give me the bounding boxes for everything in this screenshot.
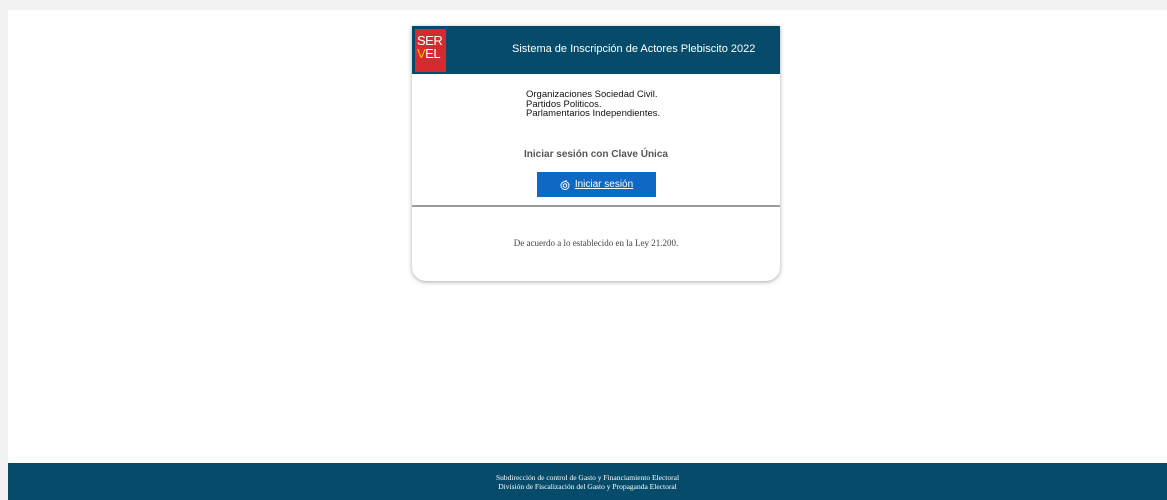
organization-list: Organizaciones Sociedad Civil. Partidos … bbox=[526, 90, 660, 119]
footer: Subdirección de control de Gasto y Finan… bbox=[8, 463, 1167, 500]
login-button-label: Iniciar sesión bbox=[574, 179, 634, 190]
page-title: Sistema de Inscripción de Actores Plebis… bbox=[512, 43, 756, 55]
logo-text-el: EL bbox=[425, 46, 441, 61]
clave-unica-icon bbox=[560, 179, 570, 190]
law-text: De acuerdo a lo establecido en la Ley 21… bbox=[513, 238, 679, 248]
login-card: SER VEL Sistema de Inscripción de Actore… bbox=[412, 26, 780, 281]
divider bbox=[412, 205, 780, 207]
footer-line-1: Subdirección de control de Gasto y Finan… bbox=[495, 473, 680, 482]
card-header: SER VEL Sistema de Inscripción de Actore… bbox=[412, 26, 780, 74]
login-button[interactable]: Iniciar sesión bbox=[537, 172, 656, 197]
servel-logo: SER VEL bbox=[415, 29, 446, 72]
login-caption: Iniciar sesión con Clave Única bbox=[524, 149, 668, 160]
page: SER VEL Sistema de Inscripción de Actore… bbox=[8, 10, 1167, 500]
logo-text-v: V bbox=[417, 46, 426, 61]
organization-item: Parlamentarios Independientes. bbox=[526, 108, 661, 119]
footer-line-2: División de Fiscalización del Gasto y Pr… bbox=[498, 482, 677, 491]
logo-text-line2: VEL bbox=[417, 46, 441, 61]
